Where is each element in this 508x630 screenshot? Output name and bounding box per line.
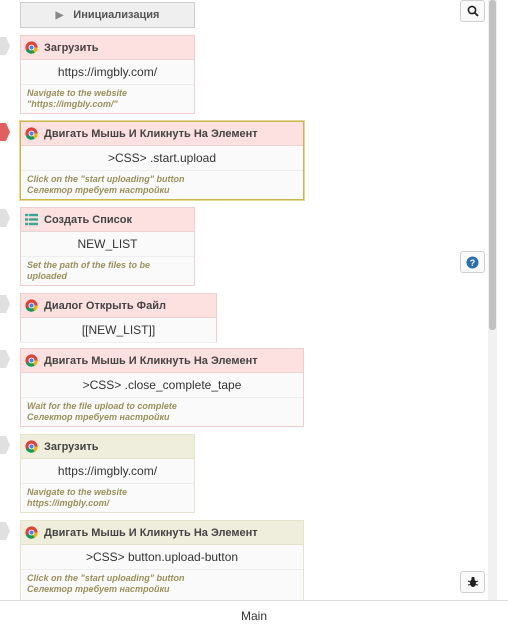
help-button[interactable]: ? — [460, 251, 485, 273]
block-title: Двигать Мышь И Кликнуть На Элемент — [44, 127, 258, 140]
block-note: Wait for the file upload to complete Сел… — [21, 398, 303, 423]
block-header: Двигать Мышь И Кликнуть На Элемент — [21, 349, 303, 373]
svg-text:?: ? — [470, 257, 476, 267]
tab-main[interactable]: Main — [241, 609, 267, 623]
list-icon — [25, 213, 38, 226]
active-block-marker — [0, 123, 10, 141]
chrome-icon — [25, 41, 38, 54]
note-line: Navigate to the website — [27, 487, 128, 497]
block-title: Диалог Открыть Файл — [44, 299, 166, 312]
play-icon: ▶ — [55, 9, 64, 21]
chrome-icon — [25, 299, 38, 312]
block-value: https://imgbly.com/ — [21, 459, 194, 484]
block-connector-marker — [0, 295, 10, 313]
block-value: https://imgbly.com/ — [21, 60, 194, 85]
note-line: https://imgbly.com/ — [27, 498, 110, 508]
chrome-icon — [25, 526, 38, 539]
chrome-icon — [25, 354, 38, 367]
note-line: uploaded — [27, 271, 67, 281]
note-line: Click on the "start uploading" button — [27, 573, 185, 583]
block-connector-marker — [0, 522, 10, 540]
block-note: Click on the "start uploading" button Се… — [21, 570, 303, 595]
block-connector-marker — [0, 209, 10, 227]
note-line: Селектор требует настройки — [27, 412, 170, 422]
create-list-block[interactable]: Создать Список NEW_LIST Set the path of … — [20, 207, 195, 286]
note-line: Navigate to the website — [27, 88, 128, 98]
block-header: Загрузить — [21, 435, 194, 459]
block-value: [[NEW_LIST]] — [21, 318, 216, 343]
note-line: Селектор требует настройки — [27, 584, 170, 594]
note-line: Wait for the file upload to complete — [27, 401, 177, 411]
block-value: >CSS> .start.upload — [21, 146, 303, 171]
open-file-dialog-block[interactable]: Диалог Открыть Файл [[NEW_LIST]] — [20, 293, 217, 343]
note-line: Set the path of the files to be — [27, 260, 151, 270]
block-title: Создать Список — [44, 213, 132, 226]
right-gutter — [497, 0, 508, 600]
load-block[interactable]: Загрузить https://imgbly.com/ Navigate t… — [20, 35, 195, 114]
block-note: Click on the "start uploading" button Се… — [21, 171, 303, 196]
search-icon — [467, 5, 479, 17]
block-value: >CSS> button.upload-button — [21, 545, 303, 570]
scrollbar-thumb[interactable] — [489, 0, 496, 330]
note-line: Click on the "start uploading" button — [27, 174, 185, 184]
click-element-block[interactable]: Двигать Мышь И Кликнуть На Элемент >CSS>… — [20, 121, 304, 200]
block-header: Диалог Открыть Файл — [21, 294, 216, 318]
init-block[interactable]: ▶ Инициализация — [20, 2, 195, 28]
block-title: Загрузить — [44, 440, 99, 453]
load-block[interactable]: Загрузить https://imgbly.com/ Navigate t… — [20, 434, 195, 513]
note-line: Селектор требует настройки — [27, 185, 170, 195]
chrome-icon — [25, 127, 38, 140]
block-header: Двигать Мышь И Кликнуть На Элемент — [21, 122, 303, 146]
click-element-block[interactable]: Двигать Мышь И Кликнуть На Элемент >CSS>… — [20, 348, 304, 427]
workflow-canvas[interactable]: ▶ Инициализация Загрузить https://imgbly… — [0, 0, 488, 600]
search-button[interactable] — [460, 0, 485, 22]
block-note: Navigate to the website https://imgbly.c… — [21, 484, 194, 509]
block-title: Двигать Мышь И Кликнуть На Элемент — [44, 526, 258, 539]
note-line: "https://imgbly.com/" — [27, 99, 118, 109]
block-header: Загрузить — [21, 36, 194, 60]
vertical-scrollbar[interactable] — [488, 0, 497, 600]
debug-button[interactable] — [460, 571, 485, 593]
bug-icon — [467, 576, 478, 587]
block-value: >CSS> .close_complete_tape — [21, 373, 303, 398]
chrome-icon — [25, 440, 38, 453]
block-header: Создать Список — [21, 208, 194, 232]
block-title: Загрузить — [44, 41, 99, 54]
click-element-block[interactable]: Двигать Мышь И Кликнуть На Элемент >CSS>… — [20, 520, 304, 600]
footer-tab-bar: Main — [0, 600, 508, 630]
block-connector-marker — [0, 436, 10, 454]
block-value: NEW_LIST — [21, 232, 194, 257]
help-icon: ? — [466, 256, 479, 268]
block-title: Двигать Мышь И Кликнуть На Элемент — [44, 354, 258, 367]
block-header: Двигать Мышь И Кликнуть На Элемент — [21, 521, 303, 545]
block-connector-marker — [0, 37, 10, 55]
block-note: Set the path of the files to be uploaded — [21, 257, 194, 282]
block-connector-marker — [0, 350, 10, 368]
init-label: Инициализация — [73, 9, 160, 21]
block-note: Navigate to the website "https://imgbly.… — [21, 85, 194, 110]
